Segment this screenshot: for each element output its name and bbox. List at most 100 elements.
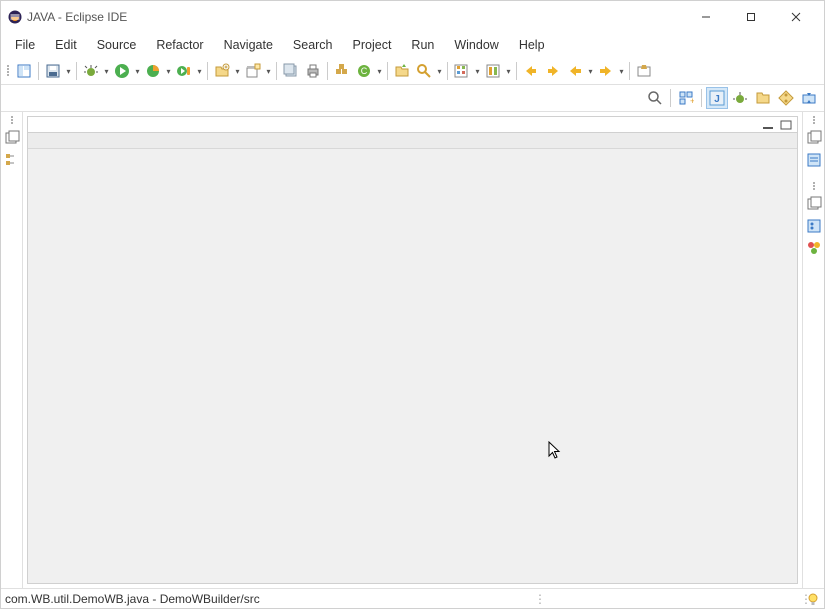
separator-icon (327, 62, 328, 80)
menu-project[interactable]: Project (343, 36, 402, 54)
trim-grip-icon (9, 116, 15, 124)
print-button[interactable] (302, 60, 324, 82)
new-package-button[interactable] (242, 60, 264, 82)
toggle-block-button[interactable] (482, 60, 504, 82)
maximize-view-icon[interactable] (779, 119, 793, 131)
dropdown-icon[interactable]: ▾ (64, 65, 73, 76)
status-grip-icon: ⋮ (534, 592, 540, 606)
menu-run[interactable]: Run (401, 36, 444, 54)
trim-grip-icon (811, 116, 817, 124)
quick-access-search-icon[interactable] (644, 87, 666, 109)
outline-view-icon[interactable] (806, 218, 822, 234)
separator-icon (207, 62, 208, 80)
restore-view-icon[interactable] (806, 196, 822, 212)
dropdown-icon[interactable]: ▾ (164, 65, 173, 76)
next-annotation-button[interactable] (542, 60, 564, 82)
menu-refactor[interactable]: Refactor (146, 36, 213, 54)
resource-perspective-button[interactable] (752, 87, 774, 109)
menu-bar: File Edit Source Refactor Navigate Searc… (1, 33, 824, 57)
editor-tab-controls (28, 117, 797, 133)
open-perspective-button[interactable] (13, 60, 35, 82)
menu-window[interactable]: Window (444, 36, 508, 54)
menu-navigate[interactable]: Navigate (214, 36, 283, 54)
open-type-button[interactable] (391, 60, 413, 82)
separator-icon (701, 89, 702, 107)
pin-editor-button[interactable] (633, 60, 655, 82)
minimize-button[interactable] (683, 3, 728, 31)
problems-view-icon[interactable] (806, 240, 822, 256)
dropdown-icon[interactable]: ▾ (233, 65, 242, 76)
separator-icon (516, 62, 517, 80)
separator-icon (38, 62, 39, 80)
separator-icon (387, 62, 388, 80)
svg-text:J: J (714, 94, 720, 105)
dropdown-icon[interactable]: ▾ (264, 65, 273, 76)
new-java-class-button[interactable]: C (353, 60, 375, 82)
menu-edit[interactable]: Edit (45, 36, 87, 54)
menu-file[interactable]: File (5, 36, 45, 54)
dropdown-icon[interactable]: ▾ (375, 65, 384, 76)
save-all-button[interactable] (280, 60, 302, 82)
svg-text:+: + (690, 96, 694, 106)
dropdown-icon[interactable]: ▾ (586, 65, 595, 76)
restore-view-icon[interactable] (806, 130, 822, 146)
cursor-icon (548, 441, 562, 461)
dropdown-icon[interactable]: ▾ (617, 65, 626, 76)
dropdown-icon[interactable]: ▾ (435, 65, 444, 76)
right-trim-stack (802, 112, 824, 588)
open-perspective-icon[interactable]: + (675, 87, 697, 109)
menu-source[interactable]: Source (87, 36, 147, 54)
save-button[interactable] (42, 60, 64, 82)
run-last-button[interactable] (173, 60, 195, 82)
debug-button[interactable] (80, 60, 102, 82)
dropdown-icon[interactable]: ▾ (102, 65, 111, 76)
java-perspective-button[interactable]: J (706, 87, 728, 109)
separator-icon (276, 62, 277, 80)
run-button[interactable] (111, 60, 133, 82)
title-bar: JAVA - Eclipse IDE (1, 1, 824, 33)
editor-ruler (28, 133, 797, 149)
dropdown-icon[interactable]: ▾ (133, 65, 142, 76)
tip-of-day-icon[interactable] (806, 592, 820, 606)
dropdown-icon[interactable]: ▾ (195, 65, 204, 76)
close-button[interactable] (773, 3, 818, 31)
new-java-project-button[interactable] (211, 60, 233, 82)
left-trim-stack (1, 112, 23, 588)
separator-icon (447, 62, 448, 80)
window-controls (683, 3, 818, 31)
window-title: JAVA - Eclipse IDE (27, 10, 683, 24)
status-bar: com.WB.util.DemoWB.java - DemoWBuilder/s… (1, 588, 824, 608)
dropdown-icon[interactable]: ▾ (473, 65, 482, 76)
toolbar-grip-icon (5, 65, 11, 76)
git-perspective-button[interactable] (775, 87, 797, 109)
menu-search[interactable]: Search (283, 36, 343, 54)
dropdown-icon[interactable]: ▾ (504, 65, 513, 76)
perspective-toolbar: + J (1, 85, 824, 112)
separator-icon (629, 62, 630, 80)
team-sync-perspective-button[interactable] (798, 87, 820, 109)
toggle-mark-button[interactable] (451, 60, 473, 82)
editor-area (27, 116, 798, 584)
eclipse-app-icon (7, 9, 23, 25)
trim-grip-icon (811, 182, 817, 190)
restore-view-icon[interactable] (4, 130, 20, 146)
svg-text:C: C (361, 66, 368, 76)
search-button[interactable] (413, 60, 435, 82)
main-toolbar: ▾ ▾ ▾ ▾ ▾ ▾ ▾ C ▾ ▾ (1, 57, 824, 85)
coverage-button[interactable] (142, 60, 164, 82)
minimize-view-icon[interactable] (761, 119, 775, 131)
workspace (1, 112, 824, 588)
task-list-view-icon[interactable] (806, 152, 822, 168)
back-button[interactable] (564, 60, 586, 82)
separator-icon (76, 62, 77, 80)
new-java-package-button[interactable] (331, 60, 353, 82)
prev-annotation-button[interactable] (520, 60, 542, 82)
menu-help[interactable]: Help (509, 36, 555, 54)
forward-button[interactable] (595, 60, 617, 82)
editor-body[interactable] (28, 149, 797, 583)
status-path: com.WB.util.DemoWB.java - DemoWBuilder/s… (5, 592, 534, 606)
maximize-button[interactable] (728, 3, 773, 31)
package-explorer-view-icon[interactable] (4, 152, 20, 168)
separator-icon (670, 89, 671, 107)
debug-perspective-button[interactable] (729, 87, 751, 109)
